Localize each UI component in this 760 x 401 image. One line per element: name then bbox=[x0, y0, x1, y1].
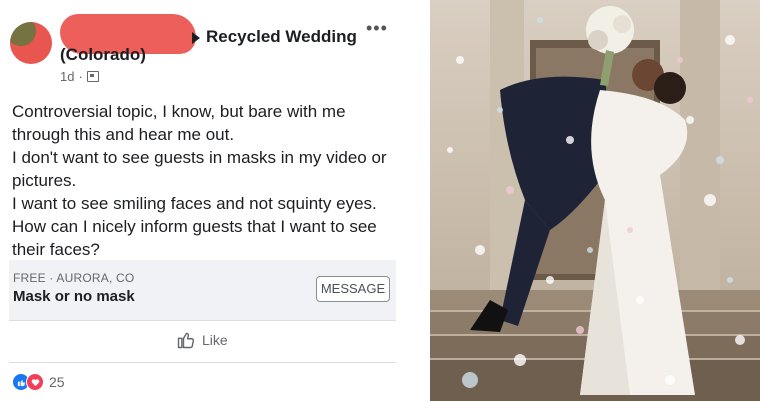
love-reaction-icon bbox=[26, 373, 44, 391]
reaction-count: 25 bbox=[49, 374, 65, 390]
like-button[interactable]: Like bbox=[176, 330, 228, 350]
post-body-line: pictures. bbox=[12, 171, 77, 190]
post-meta: 1d · bbox=[60, 69, 99, 84]
divider bbox=[9, 362, 396, 363]
marketplace-listing[interactable]: FREE · AURORA, CO Mask or no mask MESSAG… bbox=[9, 260, 396, 320]
post-body-line: How can I nicely inform guests that I wa… bbox=[12, 217, 377, 236]
post-body-line: I don't want to see guests in masks in m… bbox=[12, 148, 387, 167]
listing-title: Mask or no mask bbox=[13, 288, 135, 305]
post-body: Controversial topic, I know, but bare wi… bbox=[12, 100, 412, 261]
more-options-icon[interactable]: ••• bbox=[366, 18, 388, 39]
group-name[interactable]: Recycled Wedding bbox=[206, 27, 357, 47]
separator-dot: · bbox=[78, 69, 83, 84]
post-body-line: I want to see smiling faces and not squi… bbox=[12, 194, 377, 213]
caret-right-icon bbox=[192, 32, 200, 44]
like-label: Like bbox=[202, 332, 228, 348]
wedding-photo bbox=[430, 0, 760, 401]
reaction-summary[interactable]: 25 bbox=[12, 373, 65, 391]
social-post: Recycled Wedding ••• (Colorado) 1d · Con… bbox=[0, 0, 430, 401]
post-body-line: through this and hear me out. bbox=[12, 125, 235, 144]
post-time[interactable]: 1d bbox=[60, 69, 74, 84]
post-body-line: Controversial topic, I know, but bare wi… bbox=[12, 102, 346, 121]
wedding-photo-illustration bbox=[430, 0, 760, 401]
message-button[interactable]: MESSAGE bbox=[316, 276, 390, 302]
like-thumb-icon bbox=[177, 332, 195, 349]
audience-icon[interactable] bbox=[86, 71, 99, 82]
divider bbox=[9, 320, 396, 321]
group-location: (Colorado) bbox=[60, 45, 146, 64]
post-body-line: their faces? bbox=[12, 240, 100, 259]
listing-subtitle: FREE · AURORA, CO bbox=[13, 271, 135, 285]
avatar[interactable] bbox=[10, 22, 52, 64]
